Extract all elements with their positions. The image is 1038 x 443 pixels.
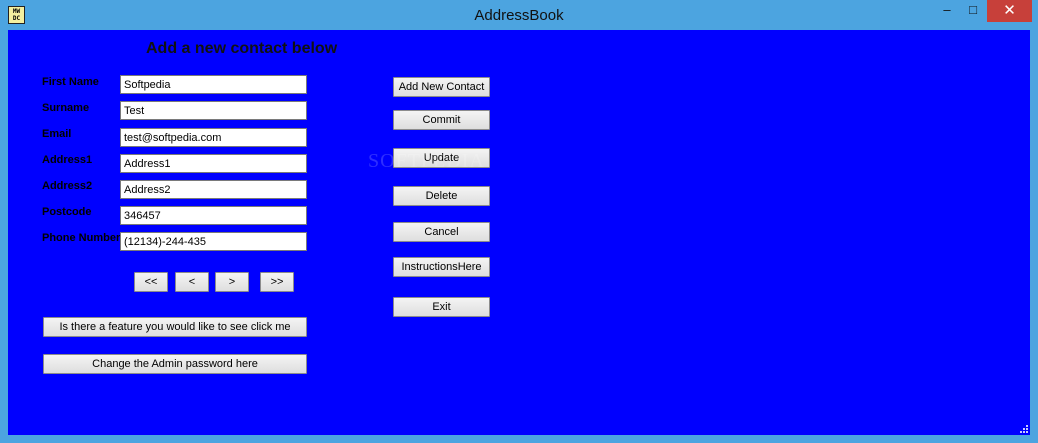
maximize-icon[interactable]: □ (960, 0, 986, 22)
surname-field[interactable] (120, 101, 307, 120)
close-icon[interactable]: ✕ (987, 0, 1032, 22)
title-bar[interactable]: MW DC AddressBook – □ ✕ (0, 0, 1038, 30)
feature-request-button[interactable]: Is there a feature you would like to see… (43, 317, 307, 337)
first-name-field[interactable] (120, 75, 307, 94)
cancel-button[interactable]: Cancel (393, 222, 490, 242)
resize-grip-icon[interactable] (1018, 423, 1028, 433)
commit-button[interactable]: Commit (393, 110, 490, 130)
exit-button[interactable]: Exit (393, 297, 490, 317)
next-record-button[interactable]: > (215, 272, 249, 292)
watermark: SOFTPEDIA (368, 150, 485, 172)
app-window: MW DC AddressBook – □ ✕ Add a new contact… (0, 0, 1038, 443)
instructions-button[interactable]: InstructionsHere (393, 257, 490, 277)
email-label: Email (42, 128, 72, 140)
delete-button[interactable]: Delete (393, 186, 490, 206)
form-heading: Add a new contact below (146, 40, 338, 57)
add-new-contact-button[interactable]: Add New Contact (393, 77, 490, 97)
change-password-button[interactable]: Change the Admin password here (43, 354, 307, 374)
first-name-label: First Name (42, 76, 99, 88)
last-record-button[interactable]: >> (260, 272, 294, 292)
phone-number-label: Phone Number (42, 232, 120, 244)
address1-field[interactable] (120, 154, 307, 173)
previous-record-button[interactable]: < (175, 272, 209, 292)
address1-label: Address1 (42, 154, 93, 166)
address2-field[interactable] (120, 180, 307, 199)
address2-label: Address2 (42, 180, 93, 192)
minimize-icon[interactable]: – (934, 0, 960, 22)
form-panel: Add a new contact below First Name Surna… (8, 30, 1030, 435)
window-title: AddressBook (474, 7, 564, 24)
postcode-field[interactable] (120, 206, 307, 225)
first-record-button[interactable]: << (134, 272, 168, 292)
postcode-label: Postcode (42, 206, 92, 218)
surname-label: Surname (42, 102, 90, 114)
phone-number-field[interactable] (120, 232, 307, 251)
email-field[interactable] (120, 128, 307, 147)
